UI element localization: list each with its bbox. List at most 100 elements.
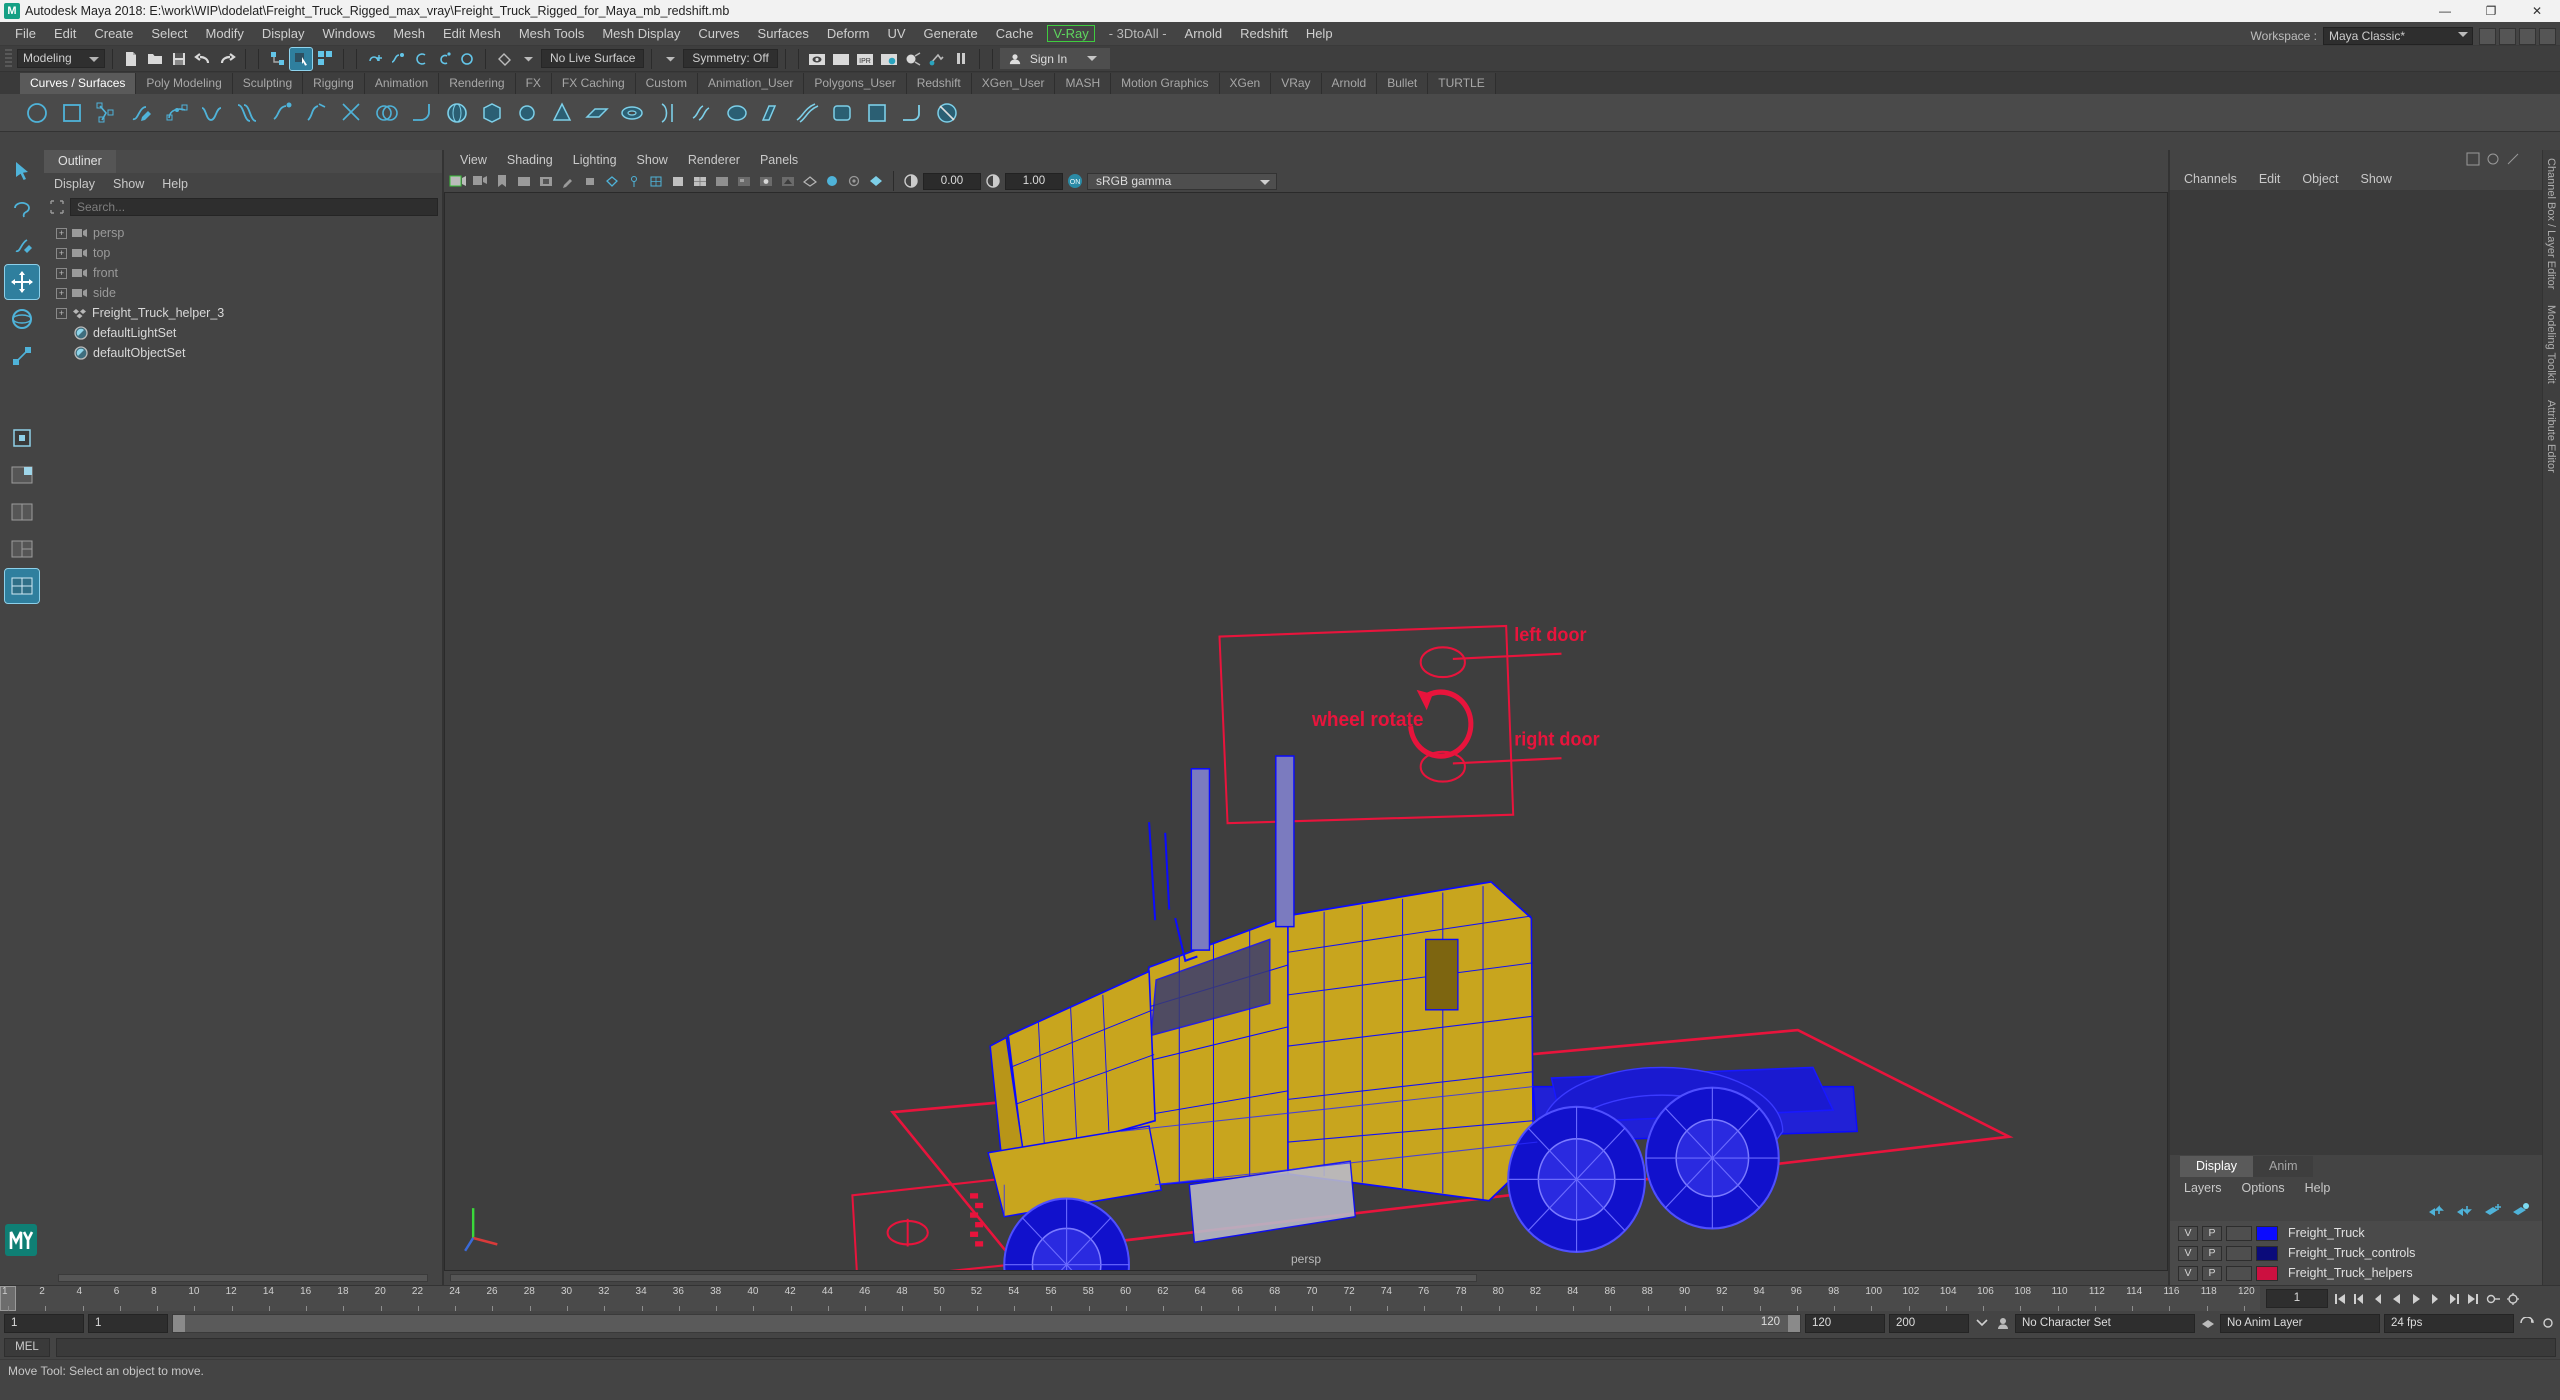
image-plane-button[interactable] (514, 172, 534, 190)
range-slider[interactable]: 120 (172, 1313, 1801, 1333)
surface-planar-icon[interactable] (722, 98, 752, 128)
outliner-item-side[interactable]: + side (44, 283, 442, 303)
menu-arnold[interactable]: Arnold (1176, 24, 1232, 43)
play-forwards-button[interactable] (2407, 1290, 2424, 1307)
layer-visibility-toggle[interactable]: V (2178, 1265, 2198, 1281)
outliner-menu-display[interactable]: Display (54, 177, 95, 191)
shelf-tab-curves-surfaces[interactable]: Curves / Surfaces (20, 73, 137, 94)
shaded-wireframe-button[interactable] (690, 172, 710, 190)
layer-row[interactable]: V P Freight_Truck_helpers (2170, 1263, 2560, 1283)
symmetry-field[interactable]: Symmetry: Off (683, 49, 778, 68)
close-button[interactable]: ✕ (2514, 0, 2560, 22)
maximize-button[interactable]: ❐ (2468, 0, 2514, 22)
depth-of-field-button[interactable] (866, 172, 886, 190)
expand-icon[interactable]: + (56, 227, 67, 239)
go-to-end-button[interactable] (2464, 1290, 2481, 1307)
shelf-tab-mash[interactable]: MASH (1055, 73, 1112, 94)
move-layer-up-icon[interactable] (2428, 1203, 2446, 1217)
snap-to-grid-button[interactable] (364, 48, 386, 70)
curve-intersect-icon[interactable] (372, 98, 402, 128)
go-to-start-button[interactable] (2331, 1290, 2348, 1307)
render-settings-button[interactable] (878, 48, 900, 70)
hypershade-button[interactable] (902, 48, 924, 70)
layer-color-swatch[interactable] (2256, 1245, 2278, 1261)
shelf-tab-animation-user[interactable]: Animation_User (697, 73, 805, 94)
surface-cube-icon[interactable] (477, 98, 507, 128)
nurbs-circle-icon[interactable] (22, 98, 52, 128)
surface-birail-icon[interactable] (792, 98, 822, 128)
menu-modify[interactable]: Modify (197, 24, 253, 43)
auto-keyframe-toggle[interactable] (2484, 1290, 2501, 1307)
new-scene-button[interactable] (120, 48, 142, 70)
shelf-tab-sculpting[interactable]: Sculpting (232, 73, 304, 94)
select-camera-button[interactable] (448, 172, 468, 190)
surface-torus-icon[interactable] (617, 98, 647, 128)
scrollbar-thumb[interactable] (450, 1274, 1478, 1282)
layer-playback-toggle[interactable]: P (2202, 1265, 2222, 1281)
range-slider-left-handle[interactable] (173, 1314, 185, 1332)
expand-icon[interactable]: + (56, 267, 67, 279)
outliner-horizontal-scrollbar[interactable] (44, 1271, 442, 1285)
curve-attach-icon[interactable] (267, 98, 297, 128)
snap-to-point-button[interactable] (410, 48, 432, 70)
smooth-shade-all-button[interactable] (668, 172, 688, 190)
range-slider-options-button[interactable] (1973, 1315, 1990, 1332)
menu-mesh-display[interactable]: Mesh Display (593, 24, 689, 43)
grease-pencil-button[interactable] (558, 172, 578, 190)
time-slider[interactable]: 1 2 4 6 8 10 12 14 16 18 20 22 24 26 28 30 32 34 36 38 40 42 4… (0, 1285, 2560, 1311)
surface-bevel-icon[interactable] (897, 98, 927, 128)
channel-box-icon-2[interactable] (2486, 152, 2500, 166)
menu-edit[interactable]: Edit (45, 24, 85, 43)
side-tab-modeling-toolkit[interactable]: Modeling Toolkit (2543, 297, 2559, 392)
bookmark-button[interactable] (492, 172, 512, 190)
surface-square-icon[interactable] (862, 98, 892, 128)
surface-loft-icon[interactable] (687, 98, 717, 128)
move-tool[interactable] (4, 264, 40, 300)
channel-menu-channels[interactable]: Channels (2184, 172, 2237, 186)
shelf-tab-bullet[interactable]: Bullet (1377, 73, 1429, 94)
menu-curves[interactable]: Curves (689, 24, 748, 43)
menu-generate[interactable]: Generate (915, 24, 987, 43)
select-hierarchy-button[interactable] (266, 48, 288, 70)
viewport-menu-show[interactable]: Show (637, 153, 668, 167)
menu-cache[interactable]: Cache (987, 24, 1043, 43)
step-back-button[interactable] (2350, 1290, 2367, 1307)
select-tool[interactable] (5, 154, 39, 188)
shelf-tab-fx[interactable]: FX (515, 73, 552, 94)
workspace-icon-1[interactable] (2479, 27, 2496, 45)
minimize-button[interactable]: — (2422, 0, 2468, 22)
create-new-layer-icon[interactable] (2484, 1203, 2502, 1217)
shelf-tab-rendering[interactable]: Rendering (439, 73, 516, 94)
live-dropdown-arrow[interactable] (517, 48, 539, 70)
color-profile-combo[interactable]: sRGB gamma (1087, 172, 1277, 190)
two-d-pan-zoom-button[interactable] (536, 172, 556, 190)
nurbs-square-icon[interactable] (57, 98, 87, 128)
gamma-icon[interactable] (983, 172, 1003, 190)
rotate-tool[interactable] (5, 302, 39, 336)
curve-cut-icon[interactable] (337, 98, 367, 128)
layer-shading-toggle[interactable] (2226, 1245, 2252, 1261)
side-tab-channel-box-layer-editor[interactable]: Channel Box / Layer Editor (2543, 150, 2559, 297)
xray-button[interactable] (602, 172, 622, 190)
use-default-material-button[interactable] (712, 172, 732, 190)
range-slider-right-handle[interactable] (1788, 1314, 1800, 1332)
search-input[interactable]: Search... (70, 198, 438, 216)
lasso-tool[interactable] (5, 191, 39, 225)
surface-trim-icon[interactable] (932, 98, 962, 128)
menu-set-combo[interactable]: Modeling (17, 49, 105, 68)
pencil-curve-tool-icon[interactable] (127, 98, 157, 128)
last-tool-used[interactable] (5, 421, 39, 455)
menu-create[interactable]: Create (85, 24, 142, 43)
menu-mesh[interactable]: Mesh (384, 24, 434, 43)
status-line-grip[interactable] (5, 48, 12, 69)
menu-mesh-tools[interactable]: Mesh Tools (510, 24, 594, 43)
render-current-frame-button[interactable] (830, 48, 852, 70)
layers-menu-help[interactable]: Help (2305, 1181, 2331, 1195)
shelf-tab-vray[interactable]: VRay (1271, 73, 1322, 94)
play-backwards-button[interactable] (2388, 1290, 2405, 1307)
layer-playback-toggle[interactable]: P (2202, 1245, 2222, 1261)
layer-shading-toggle[interactable] (2226, 1265, 2252, 1281)
wireframe-shading-button[interactable] (646, 172, 666, 190)
channel-box-content[interactable] (2170, 190, 2560, 1155)
outliner-tree[interactable]: + persp + top + front + side + Freight_T… (44, 219, 442, 1271)
